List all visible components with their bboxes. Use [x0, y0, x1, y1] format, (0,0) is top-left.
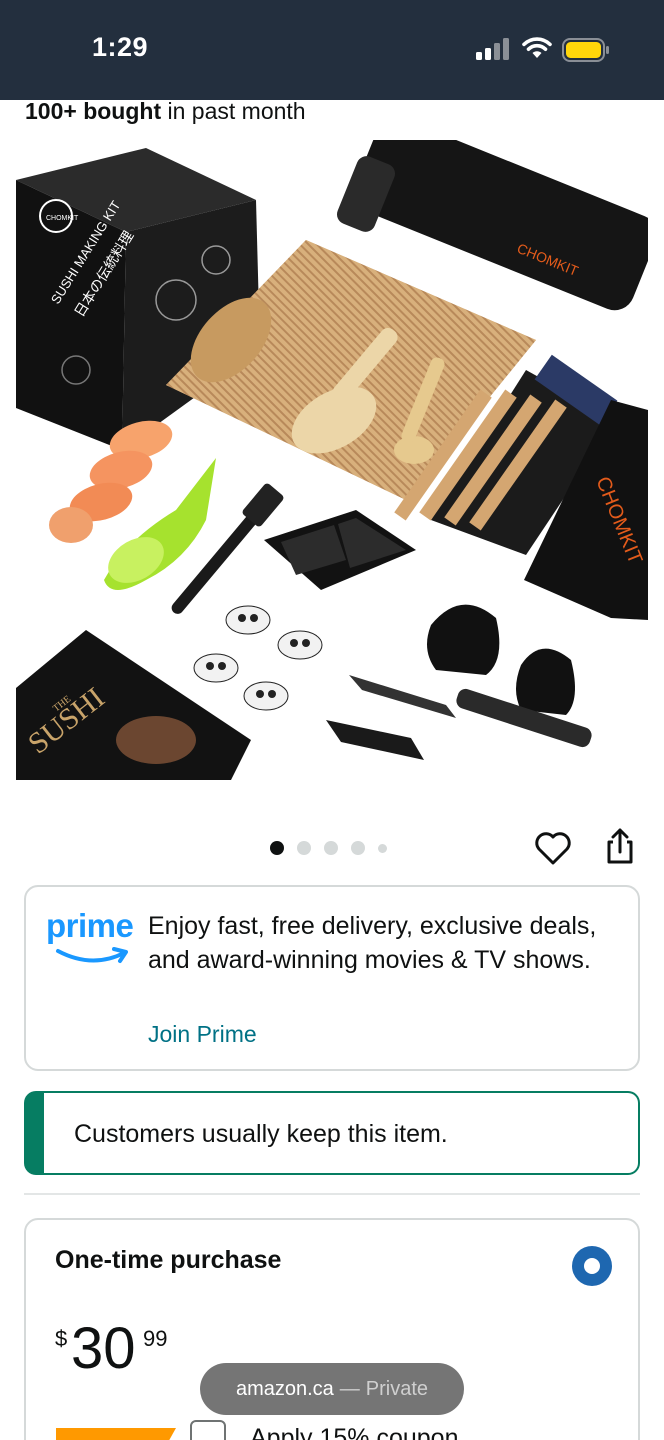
prime-message: Enjoy fast, free delivery, exclusive dea…	[148, 912, 597, 974]
browser-url-pill[interactable]: amazon.ca — Private	[200, 1363, 464, 1415]
browser-mode: Private	[365, 1377, 429, 1400]
coupon-label[interactable]: Apply 15% coupon	[250, 1424, 458, 1440]
divider	[24, 1193, 640, 1195]
carousel-dot-3[interactable]	[324, 841, 338, 855]
product-image[interactable]: CHOMKIT SUSHI MAKING KIT 日本の伝統料理 CHOMKIT	[16, 140, 648, 780]
purchase-radio[interactable]	[572, 1246, 612, 1286]
carousel-indicator[interactable]	[270, 840, 387, 856]
cellular-signal-icon	[476, 38, 509, 60]
status-bar: 1:29	[0, 0, 664, 100]
coupon-badge	[56, 1428, 176, 1440]
prime-smile-icon	[56, 947, 128, 963]
wifi-icon	[522, 37, 552, 58]
prime-logo: prime	[46, 907, 136, 969]
bought-count: 100+ bought	[25, 98, 162, 124]
carousel-dot-5[interactable]	[378, 843, 387, 853]
prime-logo-text: prime	[46, 907, 134, 944]
price-symbol: $	[55, 1326, 68, 1351]
recipe-book: SUSHI THE	[16, 630, 251, 780]
carousel-dot-1[interactable]	[270, 841, 284, 855]
status-time: 1:29	[92, 32, 149, 62]
sauce-dish	[264, 510, 416, 590]
purchase-title: One-time purchase	[55, 1246, 282, 1274]
coupon-checkbox[interactable]	[190, 1420, 226, 1440]
keep-notice: Customers usually keep this item.	[24, 1091, 640, 1175]
join-prime-link[interactable]: Join Prime	[148, 1021, 257, 1048]
carousel-dot-4[interactable]	[351, 841, 365, 855]
keep-notice-text: Customers usually keep this item.	[74, 1120, 448, 1148]
browser-separator: —	[339, 1377, 360, 1400]
price-fraction: 99	[143, 1326, 168, 1351]
prime-promo-card: prime Enjoy fast, free delivery, exclusi…	[24, 885, 640, 1071]
price-whole: 30	[71, 1316, 136, 1381]
browser-domain: amazon.ca	[235, 1377, 334, 1400]
battery-icon	[562, 38, 609, 62]
share-icon[interactable]	[603, 826, 637, 866]
bought-suffix: in past month	[161, 98, 306, 124]
triangle-molds	[427, 604, 575, 715]
bought-count-text: 100+ bought in past month	[25, 98, 306, 125]
panda-rests	[193, 605, 323, 711]
box-chomkit: CHOMKIT	[46, 215, 79, 222]
heart-outline-icon[interactable]	[533, 828, 573, 868]
carousel-dot-2[interactable]	[297, 841, 311, 855]
